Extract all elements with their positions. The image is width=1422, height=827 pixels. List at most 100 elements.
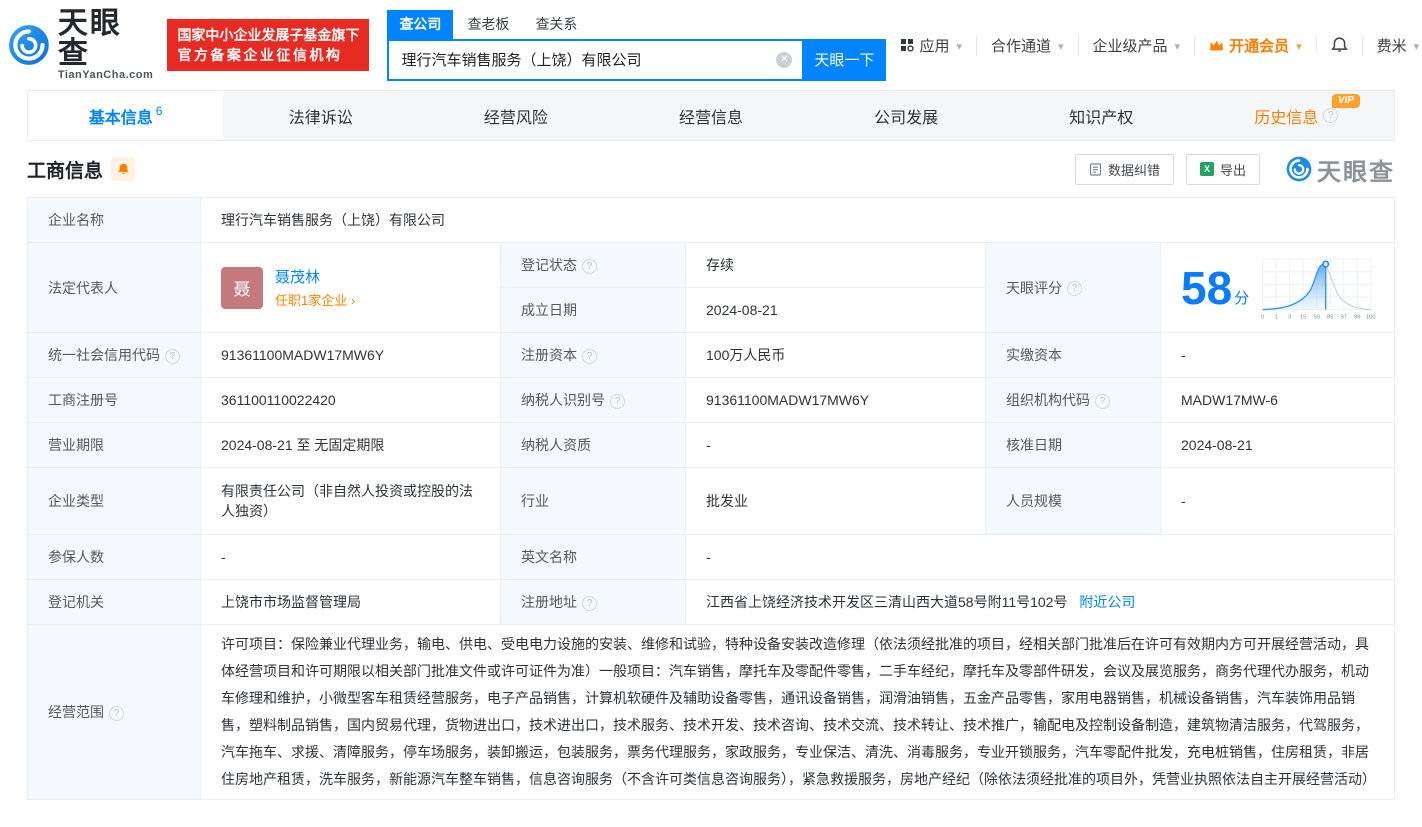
search-button[interactable]: 天眼一下 <box>802 38 887 81</box>
help-icon[interactable] <box>582 258 597 274</box>
tab-basic-info[interactable]: 基本信息 6 <box>28 91 224 140</box>
tab-history-info[interactable]: VIP 历史信息 <box>1199 91 1394 140</box>
chevron-down-icon <box>1412 37 1420 54</box>
nav-notifications[interactable] <box>1315 37 1362 53</box>
tab-label: 经营信息 <box>678 109 743 127</box>
nearby-companies-link[interactable]: 附近公司 <box>1079 594 1135 610</box>
search-tab-company[interactable]: 查公司 <box>387 9 454 39</box>
nav-cooperation[interactable]: 合作通道 <box>975 34 1078 56</box>
paid-capital-label-cell: 实缴资本 <box>985 332 1161 378</box>
establish-date-label-cell: 成立日期 <box>500 287 686 333</box>
tab-intellectual-property[interactable]: 知识产权 <box>1004 91 1199 140</box>
nav-username: 费米 <box>1376 37 1407 55</box>
tab-company-development[interactable]: 公司发展 <box>809 91 1004 140</box>
tab-business-info[interactable]: 经营信息 <box>613 91 808 140</box>
crown-icon <box>1210 39 1224 50</box>
paid-capital-value: - <box>1160 332 1395 378</box>
tab-legal-proceedings[interactable]: 法律诉讼 <box>223 91 418 140</box>
help-icon[interactable] <box>165 348 180 364</box>
orange-bell-icon <box>117 163 129 175</box>
data-correction-button[interactable]: 数据纠错 <box>1074 153 1174 185</box>
credit-code-label-cell: 统一社会信用代码 <box>27 332 201 378</box>
help-icon[interactable] <box>610 393 625 409</box>
taxpayer-id-value: 91361100MADW17MW6Y <box>685 377 986 423</box>
score-value: 58 <box>1181 261 1233 314</box>
help-icon[interactable] <box>1095 393 1110 409</box>
gov-certification-badge: 国家中小企业发展子基金旗下 官方备案企业征信机构 <box>167 19 370 71</box>
company-name-value: 理行汽车销售服务（上饶）有限公司 <box>200 197 1395 243</box>
score-marker-dot <box>1322 260 1330 268</box>
company-tabstrip: 基本信息 6 法律诉讼 经营风险 经营信息 公司发展 知识产权 VIP 历史信息 <box>27 90 1395 141</box>
nav-apps[interactable]: 应用 <box>886 35 976 56</box>
business-info-section-head: 工商信息 数据纠错 导出 <box>27 141 1395 197</box>
help-icon[interactable] <box>582 595 597 611</box>
business-term-label-cell: 营业期限 <box>27 422 201 468</box>
industry-label-cell: 行业 <box>500 467 686 535</box>
export-label: 导出 <box>1219 162 1246 178</box>
nav-cooperation-label: 合作通道 <box>990 37 1051 55</box>
reg-authority-value: 上饶市市场监督管理局 <box>200 579 501 625</box>
legal-rep-name-link[interactable]: 聂茂林 <box>275 266 355 287</box>
svg-text:97: 97 <box>1341 314 1348 320</box>
score-number: 58 分 <box>1181 265 1249 311</box>
nav-apps-label: 应用 <box>919 37 950 55</box>
legal-rep-avatar[interactable]: 聂 <box>221 266 263 309</box>
export-button[interactable]: 导出 <box>1185 153 1260 185</box>
help-icon[interactable] <box>1067 281 1082 297</box>
english-name-value: - <box>685 534 1395 580</box>
tianyancha-logo[interactable]: 天眼查 TianYanCha.com <box>8 9 153 81</box>
tab-label: 公司发展 <box>874 109 939 127</box>
tianyancha-watermark: 天眼查 <box>1286 152 1395 187</box>
nav-user-menu[interactable]: 费米 <box>1361 34 1422 56</box>
company-type-value: 有限责任公司（非自然人投资或控股的法人独资） <box>200 467 501 535</box>
reg-capital-label-cell: 注册资本 <box>500 332 686 378</box>
chevron-down-icon <box>954 37 962 54</box>
nav-vip-label: 开通会员 <box>1229 37 1290 55</box>
excel-icon <box>1199 162 1214 176</box>
vip-badge: VIP <box>1331 94 1360 108</box>
badge-line2: 官方备案企业征信机构 <box>177 47 343 63</box>
nav-enterprise-products[interactable]: 企业级产品 <box>1077 34 1195 56</box>
business-scope-value: 许可项目：保险兼业代理业务，输电、供电、受电电力设施的安装、维修和试验，特种设备… <box>200 624 1395 800</box>
svg-text:50: 50 <box>1314 314 1321 320</box>
reg-status-value: 存续 <box>685 242 986 288</box>
tab-business-risk[interactable]: 经营风险 <box>418 91 613 140</box>
legal-rep-positions-link[interactable]: 任职1家企业 › <box>275 290 355 309</box>
search-tab-boss[interactable]: 查老板 <box>455 10 521 39</box>
tab-basic-info-label: 基本信息 <box>88 109 153 127</box>
tianyancha-company-page: 天眼查 TianYanCha.com 国家中小企业发展子基金旗下 官方备案企业征… <box>0 0 1422 827</box>
subscribe-bell-button[interactable] <box>111 157 136 181</box>
org-code-value: MADW17MW-6 <box>1160 377 1395 423</box>
row-legal-rep-status: 法定代表人 聂 聂茂林 任职1家企业 › 登记状态 存续 天眼评分 58 分 <box>27 242 1395 333</box>
establish-date-value: 2024-08-21 <box>685 287 986 333</box>
tab-label: 知识产权 <box>1069 109 1134 127</box>
tab-basic-info-count: 6 <box>155 103 163 118</box>
legal-rep-label-cell: 法定代表人 <box>27 242 201 333</box>
help-icon[interactable] <box>582 348 597 364</box>
site-header: 天眼查 TianYanCha.com 国家中小企业发展子基金旗下 官方备案企业征… <box>0 0 1422 90</box>
taxpayer-quality-label-cell: 纳税人资质 <box>500 422 686 468</box>
english-name-label-cell: 英文名称 <box>500 534 686 580</box>
chevron-down-icon <box>1173 37 1181 54</box>
clear-search-icon[interactable] <box>776 51 793 68</box>
row-company-name: 企业名称 理行汽车销售服务（上饶）有限公司 <box>27 197 1395 243</box>
score-distribution-chart: 0 1 3 15 50 85 97 99 100 <box>1261 258 1377 320</box>
search-tab-relation[interactable]: 查关系 <box>523 10 589 39</box>
data-correction-label: 数据纠错 <box>1107 162 1160 178</box>
nav-enterprise-label: 企业级产品 <box>1092 37 1168 55</box>
score-unit: 分 <box>1234 289 1250 307</box>
staff-size-label-cell: 人员规模 <box>985 467 1161 535</box>
taxpayer-id-label-cell: 纳税人识别号 <box>500 377 686 423</box>
company-name-label-cell: 企业名称 <box>27 197 201 243</box>
business-registration-table: 企业名称 理行汽车销售服务（上饶）有限公司 法定代表人 聂 聂茂林 任职1家企业… <box>27 197 1395 800</box>
tianyancha-swirl-icon <box>1286 156 1312 182</box>
help-icon[interactable] <box>109 705 124 721</box>
nav-open-vip[interactable]: 开通会员 <box>1194 34 1316 56</box>
document-edit-icon <box>1089 162 1102 176</box>
reg-authority-label-cell: 登记机关 <box>27 579 201 625</box>
svg-text:100: 100 <box>1366 314 1377 320</box>
search-input[interactable] <box>387 38 803 81</box>
reg-address-label-cell: 注册地址 <box>500 579 686 625</box>
help-icon[interactable] <box>1323 108 1339 123</box>
staff-size-value: - <box>1160 467 1395 535</box>
